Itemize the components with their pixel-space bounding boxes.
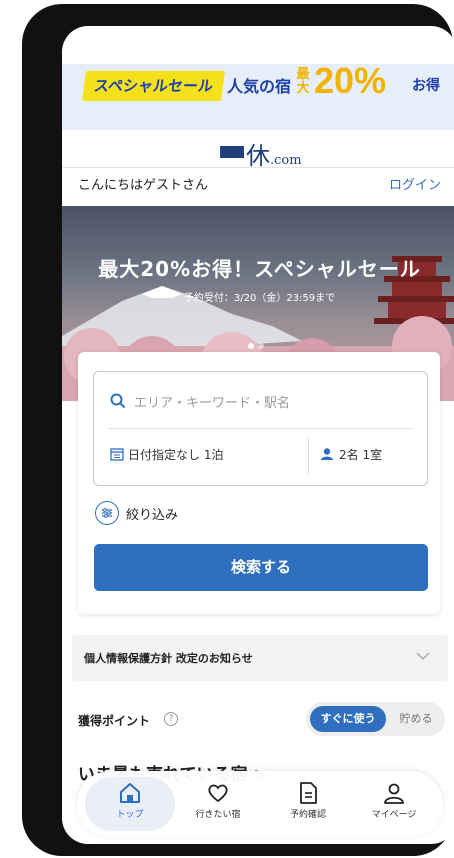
logo-kanji: 休: [246, 142, 270, 170]
tab-label: 予約確認: [289, 810, 326, 820]
tab-mypage[interactable]: マイページ: [349, 777, 439, 831]
heart-icon: [208, 784, 228, 803]
carousel-dot[interactable]: [258, 343, 264, 349]
field-separator: [308, 438, 309, 474]
search-button[interactable]: 検索する: [94, 544, 428, 591]
greeting-text: こんにちはゲストさん: [78, 178, 209, 193]
logo-suffix: .com: [270, 153, 302, 168]
hero-title: 最大20%お得！スペシャルセール: [98, 257, 421, 281]
toggle-save[interactable]: 貯める: [392, 706, 440, 732]
field-divider: [108, 428, 413, 429]
guest-value: 2名 1室: [339, 448, 383, 462]
banner-text: 人気の宿: [227, 77, 292, 96]
carousel-dots[interactable]: [248, 334, 268, 353]
tab-favorites[interactable]: 行きたい宿: [173, 777, 263, 831]
chevron-down-icon: [416, 652, 430, 660]
points-toggle[interactable]: すぐに使う 貯める: [306, 702, 445, 736]
toggle-use-now[interactable]: すぐに使う: [310, 706, 386, 732]
person-icon: [321, 448, 333, 460]
search-card: エリア・キーワード・駅名 日付指定なし 1泊 2名 1室 絞り込み 検索する: [78, 352, 440, 614]
banner-max-label: 最大: [296, 67, 310, 96]
bottom-tab-bar: トップ 行きたい宿 予約確認 マイページ: [77, 771, 443, 837]
phone-frame: スペシャルセール 人気の宿 最大 20% お得 休.com こんにちはゲストさん…: [22, 4, 454, 856]
user-icon: [384, 783, 404, 804]
tab-label: マイページ: [371, 810, 417, 820]
search-icon: [110, 393, 126, 409]
app-screen: スペシャルセール 人気の宿 最大 20% お得 休.com こんにちはゲストさん…: [62, 26, 454, 844]
notice-text: 個人情報保護方針 改定のお知らせ: [84, 652, 253, 665]
tab-label: 行きたい宿: [195, 810, 241, 820]
date-value: 日付指定なし 1泊: [128, 448, 224, 462]
home-icon: [120, 783, 140, 803]
sale-tag: スペシャルセール: [81, 71, 226, 101]
banner-deal: お得: [412, 78, 440, 94]
help-icon[interactable]: ?: [164, 712, 178, 726]
tab-label: トップ: [116, 810, 144, 820]
tab-top[interactable]: トップ: [85, 777, 175, 831]
document-icon: [300, 782, 317, 804]
search-placeholder: エリア・キーワード・駅名: [134, 396, 291, 411]
filter-icon[interactable]: [95, 501, 119, 525]
tab-reservations[interactable]: 予約確認: [263, 777, 353, 831]
notice-accordion[interactable]: 個人情報保護方針 改定のお知らせ: [72, 635, 448, 681]
login-link[interactable]: ログイン: [389, 174, 441, 193]
logo-mark: [220, 146, 244, 158]
calendar-icon: [110, 448, 124, 461]
hero-subtitle: 予約受付：3/20（金）23:59まで: [183, 293, 336, 304]
banner-percent: 20%: [314, 60, 387, 101]
points-label: 獲得ポイント: [78, 714, 151, 728]
header-divider: [62, 167, 454, 168]
carousel-dot[interactable]: [248, 343, 254, 349]
search-form: エリア・キーワード・駅名 日付指定なし 1泊 2名 1室: [93, 371, 428, 486]
search-input[interactable]: エリア・キーワード・駅名: [108, 390, 413, 412]
filter-button[interactable]: 絞り込み: [126, 504, 178, 523]
